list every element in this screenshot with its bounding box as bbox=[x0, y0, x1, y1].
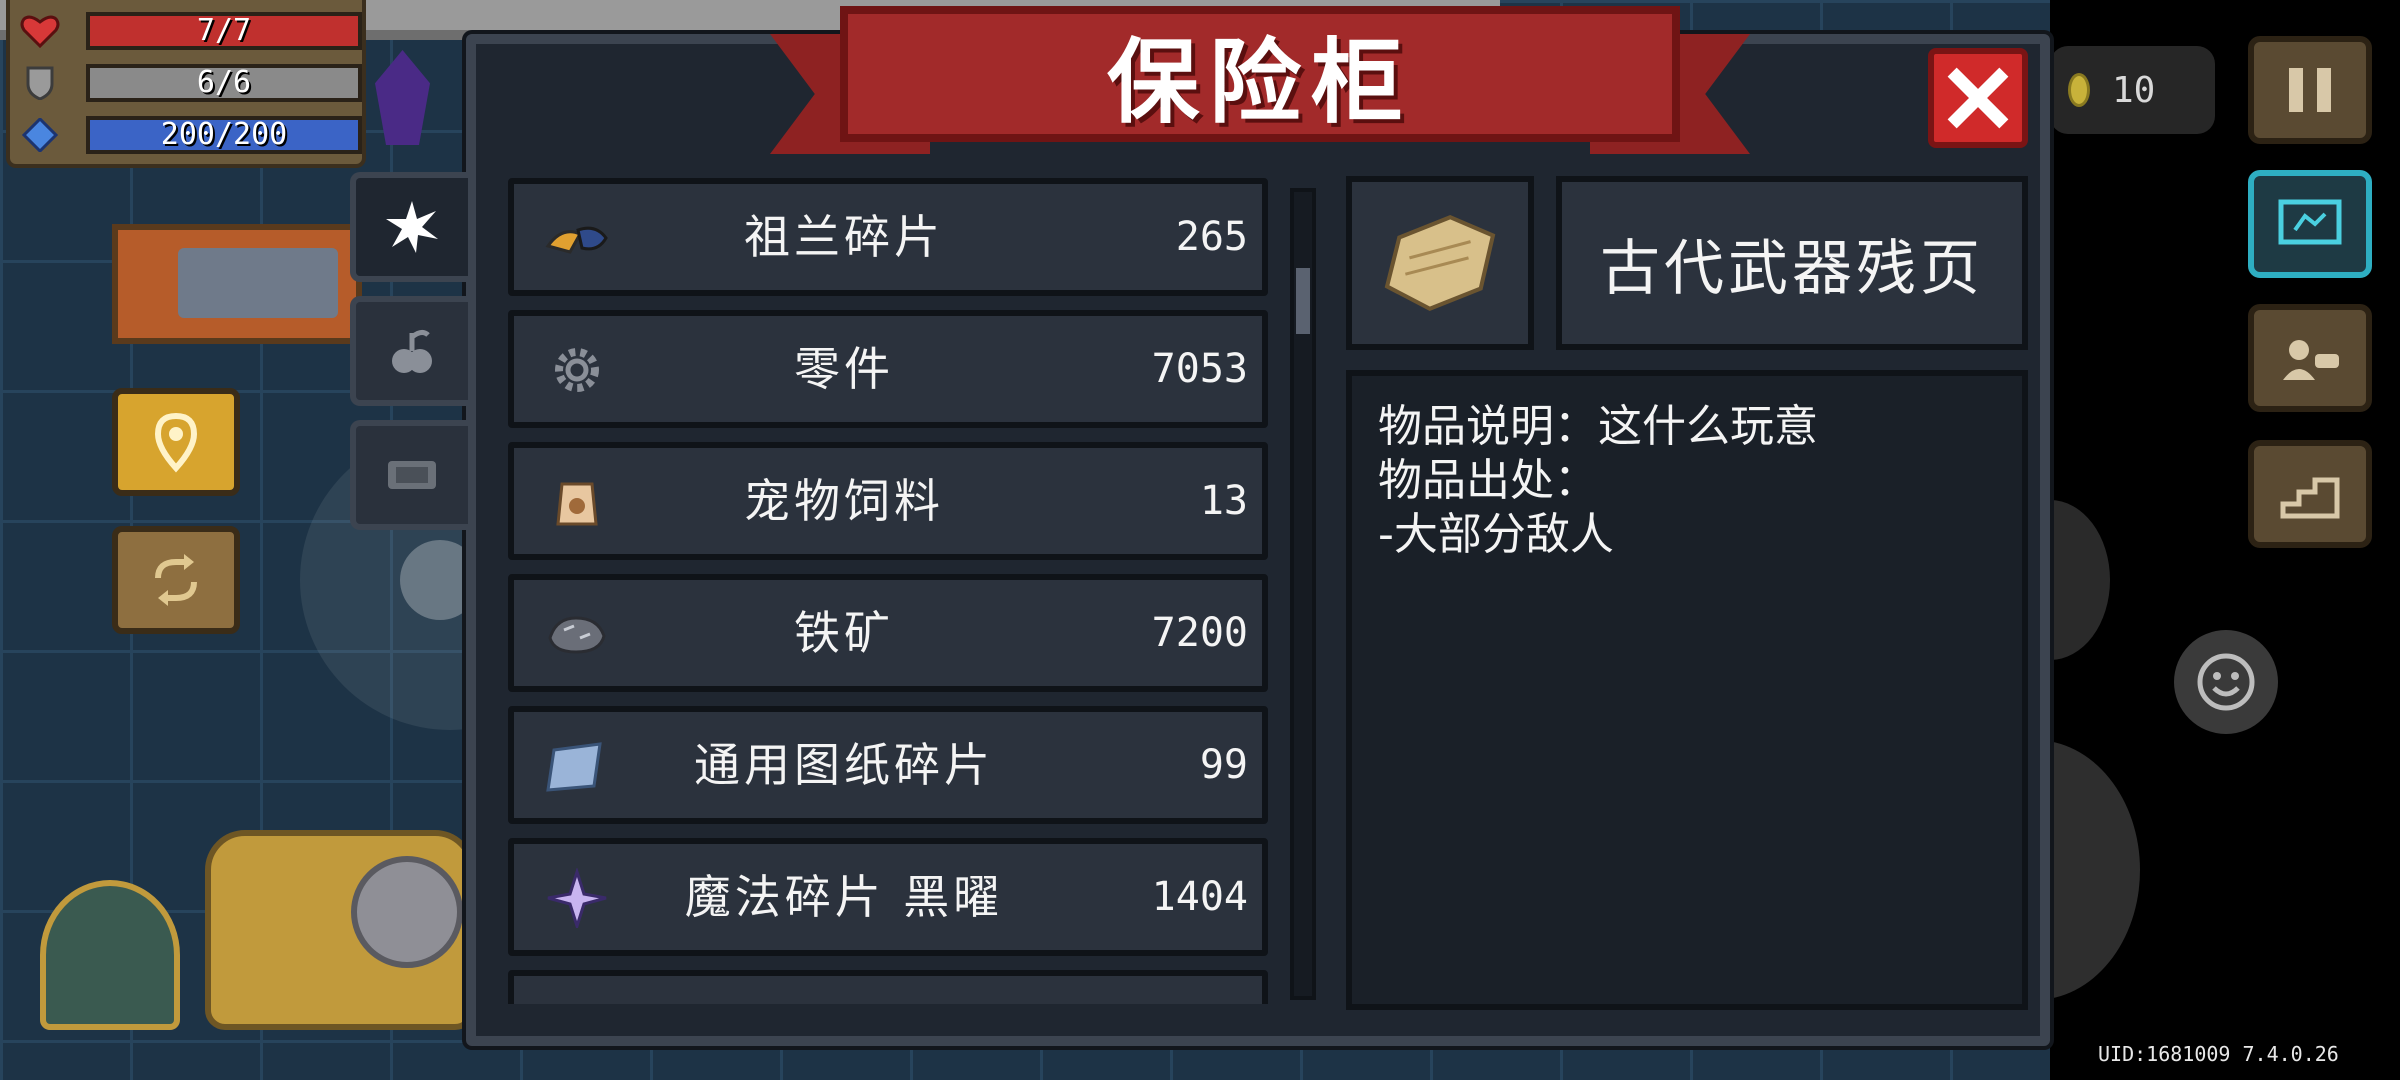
tab-materials[interactable] bbox=[350, 172, 468, 282]
hp-value: 7/7 bbox=[196, 13, 252, 48]
item-count: 1404 bbox=[1151, 874, 1248, 920]
detail-icon-box bbox=[1346, 176, 1534, 350]
list-scrollbar[interactable] bbox=[1290, 188, 1316, 1000]
item-count: 7053 bbox=[1151, 346, 1248, 392]
close-icon bbox=[1947, 67, 2009, 129]
ribbon-banner: 保险柜 bbox=[840, 6, 1680, 142]
wall-banner bbox=[112, 224, 362, 344]
detail-item-name: 古代武器残页 bbox=[1600, 233, 1984, 304]
list-item[interactable] bbox=[508, 970, 1268, 1004]
item-name: 宠物饲料 bbox=[744, 474, 944, 528]
detail-name-box: 古代武器残页 bbox=[1556, 176, 2028, 350]
list-item[interactable]: 魔法碎片 黑曜 1404 bbox=[508, 838, 1268, 956]
obsidian-magic-shard-icon bbox=[547, 868, 607, 928]
star-burst-icon bbox=[386, 201, 438, 253]
swap-button[interactable] bbox=[112, 526, 240, 634]
profile-button[interactable] bbox=[2248, 304, 2372, 412]
energy-diamond-icon bbox=[21, 118, 59, 152]
map-pin-icon bbox=[154, 412, 198, 473]
item-name: 通用图纸碎片 bbox=[694, 738, 994, 792]
item-name: 铁矿 bbox=[794, 606, 894, 660]
item-name: 魔法碎片 黑曜 bbox=[684, 870, 1004, 924]
energy-bar: 200/200 bbox=[86, 116, 362, 154]
tab-plants[interactable] bbox=[350, 296, 468, 406]
gear-part-icon bbox=[555, 348, 599, 392]
tab-tickets[interactable] bbox=[350, 420, 468, 530]
item-name: 祖兰碎片 bbox=[744, 210, 944, 264]
title-ribbon: 保险柜 bbox=[770, 6, 1750, 156]
player-stats: 7/7 6/6 200/200 bbox=[6, 0, 366, 168]
energy-value: 200/200 bbox=[160, 117, 288, 152]
coin-icon bbox=[2068, 73, 2090, 107]
map-screen-icon bbox=[2278, 199, 2342, 245]
stairs-icon bbox=[2280, 477, 2340, 519]
desc-line: -大部分敌人 bbox=[1378, 509, 1614, 560]
pet-food-icon bbox=[556, 482, 598, 526]
uid-version-label: UID:1681009 7.4.0.26 bbox=[2098, 1042, 2339, 1066]
armor-bar: 6/6 bbox=[86, 64, 362, 102]
coin-counter: 10 bbox=[2050, 46, 2215, 134]
item-count: 265 bbox=[1175, 214, 1248, 260]
coin-count: 10 bbox=[2112, 69, 2156, 111]
item-count: 7200 bbox=[1151, 610, 1248, 656]
list-item[interactable]: 铁矿 7200 bbox=[508, 574, 1268, 692]
shield-icon bbox=[26, 66, 54, 100]
hp-bar: 7/7 bbox=[86, 12, 362, 50]
swap-arrows-icon bbox=[155, 554, 197, 606]
forge-anvil bbox=[205, 830, 475, 1030]
list-item[interactable]: 通用图纸碎片 99 bbox=[508, 706, 1268, 824]
zulan-shard-icon bbox=[545, 226, 608, 254]
armor-row: 6/6 bbox=[20, 60, 362, 104]
minimap-button[interactable] bbox=[2248, 170, 2372, 278]
desc-line: 物品说明：这什么玩意 bbox=[1378, 401, 1818, 452]
desc-line: 物品出处： bbox=[1378, 455, 1598, 506]
scrollbar-thumb[interactable] bbox=[1296, 268, 1310, 334]
ancient-page-icon bbox=[1384, 214, 1496, 312]
vault-title: 保险柜 bbox=[1106, 28, 1413, 136]
heart-icon bbox=[20, 15, 60, 48]
detail-description: 物品说明：这什么玩意 物品出处： -大部分敌人 bbox=[1346, 370, 2028, 1010]
list-item[interactable]: 零件 7053 bbox=[508, 310, 1268, 428]
close-button[interactable] bbox=[1928, 48, 2028, 148]
emote-button[interactable] bbox=[2174, 630, 2278, 734]
blueprint-fragment-icon bbox=[546, 742, 602, 792]
ticket-icon bbox=[388, 461, 436, 489]
trophy-pedestal bbox=[40, 880, 180, 1030]
item-count: 99 bbox=[1199, 742, 1248, 788]
plant-icon bbox=[392, 329, 432, 373]
energy-row: 200/200 bbox=[20, 112, 362, 156]
location-button[interactable] bbox=[112, 388, 240, 496]
armor-value: 6/6 bbox=[196, 65, 252, 100]
list-item[interactable]: 祖兰碎片 265 bbox=[508, 178, 1268, 296]
list-item[interactable]: 宠物饲料 13 bbox=[508, 442, 1268, 560]
item-list[interactable]: 祖兰碎片 265 零件 7053 宠物饲料 13 铁矿 7200 通用图纸碎片 … bbox=[490, 172, 1285, 1004]
iron-ore-icon bbox=[548, 616, 606, 654]
profile-card-icon bbox=[2283, 340, 2339, 380]
hp-row: 7/7 bbox=[20, 8, 362, 52]
item-name: 零件 bbox=[794, 342, 894, 396]
item-count: 13 bbox=[1199, 478, 1248, 524]
pause-icon bbox=[2289, 68, 2331, 112]
smiley-icon bbox=[2197, 653, 2255, 711]
pause-button[interactable] bbox=[2248, 36, 2372, 144]
stairs-button[interactable] bbox=[2248, 440, 2372, 548]
